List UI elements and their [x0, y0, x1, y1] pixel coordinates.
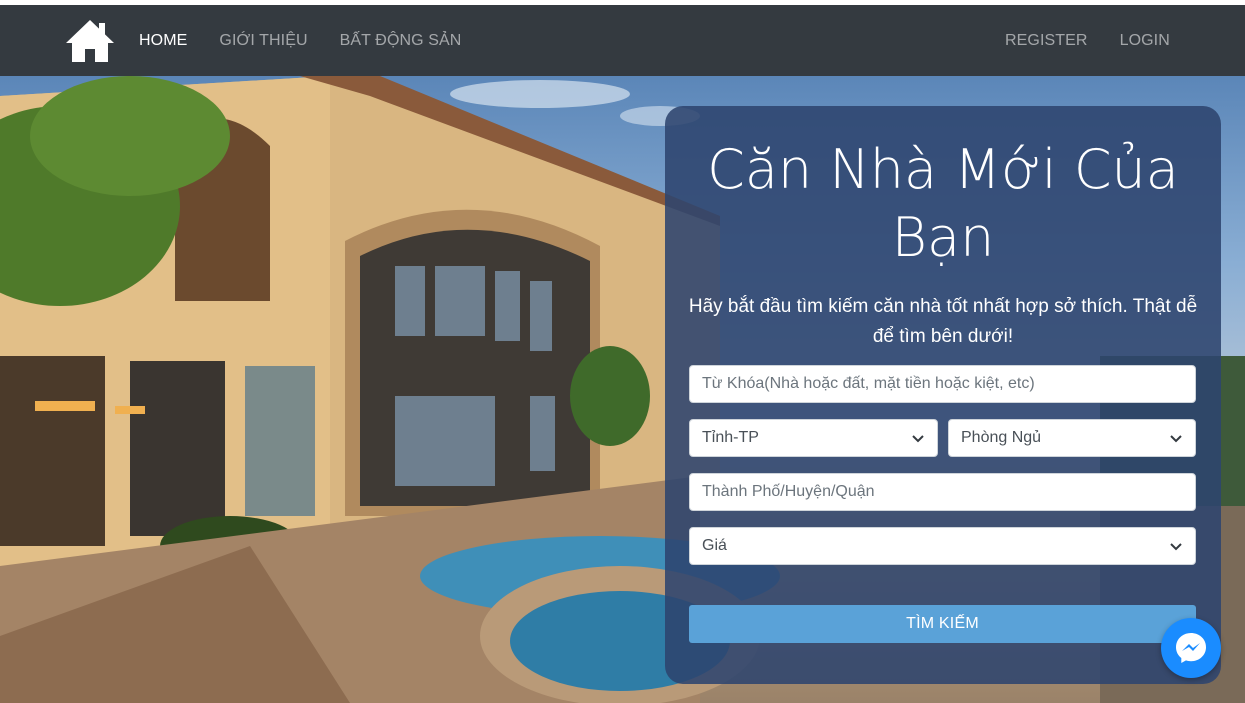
province-select-value: Tỉnh-TP: [702, 429, 759, 446]
chevron-down-icon: [1170, 435, 1182, 443]
home-icon[interactable]: [64, 17, 116, 65]
nav-about[interactable]: GIỚI THIỆU: [219, 32, 307, 50]
district-input-wrapper: [689, 473, 1196, 511]
panel-subtitle: Hãy bắt đầu tìm kiếm căn nhà tốt nhất hợ…: [688, 296, 1198, 347]
chevron-down-icon: [912, 435, 924, 443]
nav-links: HOME GIỚI THIỆU BẤT ĐỘNG SẢN: [139, 5, 461, 76]
messenger-icon: [1176, 633, 1206, 663]
price-select-value: Giá: [702, 537, 727, 554]
district-input[interactable]: [702, 483, 1183, 501]
messenger-button[interactable]: [1161, 618, 1221, 678]
province-select[interactable]: Tỉnh-TP: [689, 419, 938, 457]
chevron-down-icon: [1170, 543, 1182, 551]
keyword-input-wrapper: [689, 365, 1196, 403]
keyword-input[interactable]: [702, 375, 1183, 393]
navbar: HOME GIỚI THIỆU BẤT ĐỘNG SẢN REGISTER LO…: [0, 5, 1245, 76]
nav-home[interactable]: HOME: [139, 32, 187, 50]
bedroom-select-value: Phòng Ngủ: [961, 429, 1042, 446]
nav-login[interactable]: LOGIN: [1120, 32, 1170, 50]
search-button[interactable]: TÌM KIẾM: [689, 605, 1196, 643]
nav-auth-links: REGISTER LOGIN: [1005, 5, 1170, 76]
bedroom-select[interactable]: Phòng Ngủ: [948, 419, 1196, 457]
nav-register[interactable]: REGISTER: [1005, 32, 1088, 50]
nav-real-estate[interactable]: BẤT ĐỘNG SẢN: [340, 32, 462, 50]
price-select[interactable]: Giá: [689, 527, 1196, 565]
panel-title: Căn Nhà Mới Của Bạn: [707, 138, 1179, 269]
